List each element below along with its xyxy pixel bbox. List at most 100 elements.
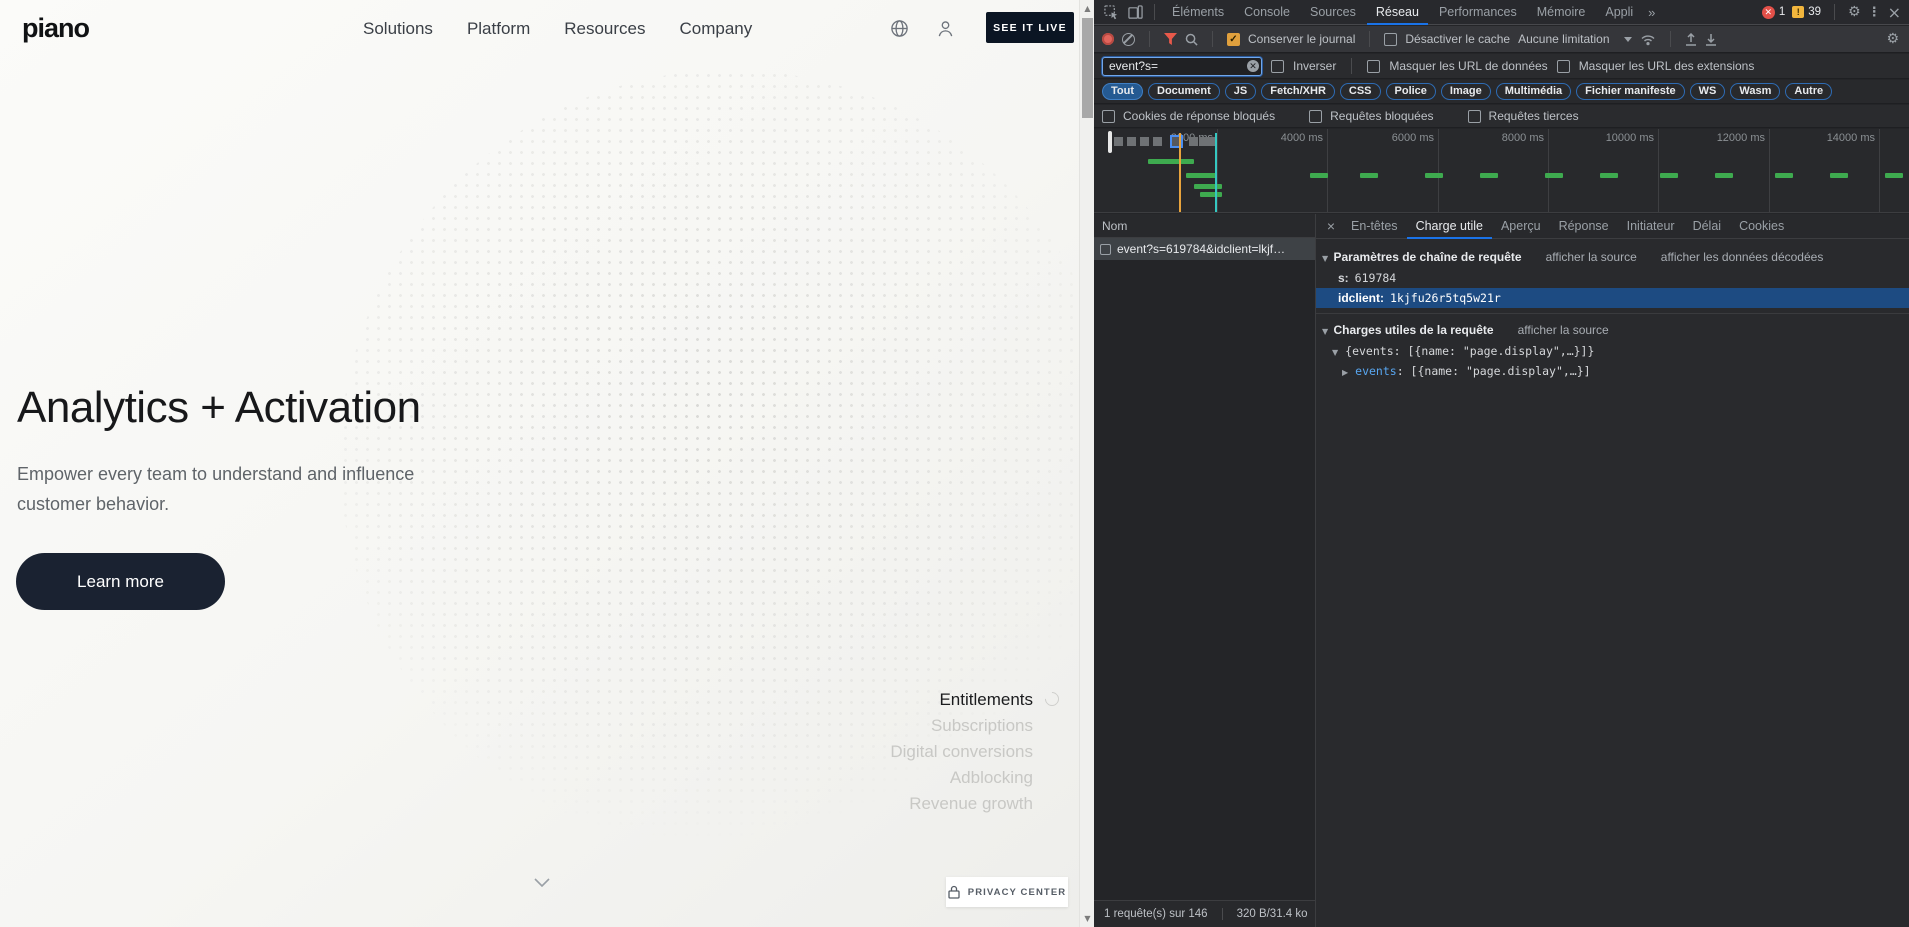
blocked-requests-label: Requêtes bloquées — [1330, 109, 1433, 123]
tab-console[interactable]: Console — [1235, 0, 1299, 25]
blocked-response-cookies-checkbox[interactable] — [1102, 110, 1115, 123]
piano-logo[interactable]: piano — [22, 13, 89, 44]
tab-initiator[interactable]: Initiateur — [1618, 214, 1684, 239]
tab-preview[interactable]: Aperçu — [1492, 214, 1550, 239]
chip-js[interactable]: JS — [1225, 83, 1256, 100]
blocked-requests-checkbox[interactable] — [1309, 110, 1322, 123]
clear-filter-icon[interactable]: ✕ — [1247, 60, 1259, 72]
payload-root-line[interactable]: ▼ {events: [{name: "page.display",…}]} — [1316, 341, 1909, 361]
request-table-header[interactable]: Nom — [1094, 214, 1316, 238]
close-devtools-icon[interactable]: × — [1888, 3, 1901, 22]
privacy-center-button[interactable]: PRIVACY CENTER — [946, 877, 1068, 907]
chip-document[interactable]: Document — [1148, 83, 1220, 100]
request-row[interactable]: event?s=619784&idclient=lkjf… — [1094, 238, 1315, 260]
timeline-grip[interactable] — [1108, 131, 1112, 153]
network-filter-input[interactable] — [1102, 57, 1262, 76]
throttling-dropdown[interactable]: Aucune limitation — [1518, 32, 1631, 46]
tab-network[interactable]: Réseau — [1367, 0, 1428, 25]
account-person-icon[interactable] — [936, 19, 955, 38]
collapse-triangle-icon[interactable]: ▼ — [1322, 327, 1328, 336]
scrollbar-thumb[interactable] — [1082, 18, 1093, 118]
payload-view-source-link[interactable]: afficher la source — [1518, 323, 1609, 337]
chip-wasm[interactable]: Wasm — [1730, 83, 1780, 100]
kebab-menu-icon[interactable]: ⋮ — [1868, 5, 1881, 20]
filter-funnel-icon[interactable] — [1164, 33, 1177, 45]
chip-css[interactable]: CSS — [1340, 83, 1381, 100]
clear-network-log-icon[interactable] — [1122, 33, 1135, 46]
see-it-live-button[interactable]: SEE IT LIVE — [986, 12, 1074, 43]
warning-badge[interactable]: ! 39 — [1792, 6, 1821, 18]
screen: piano Solutions Platform Resources Compa… — [0, 0, 1909, 927]
chip-ws[interactable]: WS — [1690, 83, 1726, 100]
tab-payload[interactable]: Charge utile — [1407, 214, 1492, 239]
nav-company[interactable]: Company — [680, 19, 753, 39]
feature-item-digital-conversions[interactable]: Digital conversions — [890, 739, 1033, 765]
tick-10000ms: 10000 ms — [1594, 132, 1654, 144]
payload-events-line[interactable]: ▶ events: [{name: "page.display",…}] — [1316, 361, 1909, 381]
view-source-link[interactable]: afficher la source — [1546, 250, 1637, 264]
network-conditions-icon[interactable] — [1640, 33, 1656, 46]
record-network-log-icon[interactable] — [1102, 33, 1114, 45]
request-list: event?s=619784&idclient=lkjf… — [1094, 238, 1316, 900]
tab-elements[interactable]: Éléments — [1163, 0, 1233, 25]
devtools-tabbar: Éléments Console Sources Réseau Performa… — [1094, 0, 1909, 25]
chip-fetch-xhr[interactable]: Fetch/XHR — [1261, 83, 1335, 100]
selected-filmstrip-frame[interactable] — [1170, 135, 1183, 148]
tab-application[interactable]: Appli — [1596, 0, 1642, 25]
chip-image[interactable]: Image — [1441, 83, 1491, 100]
nav-platform[interactable]: Platform — [467, 19, 530, 39]
import-har-icon[interactable] — [1685, 33, 1697, 46]
chip-font[interactable]: Police — [1386, 83, 1436, 100]
error-badge[interactable]: ✕ 1 — [1762, 6, 1785, 19]
network-overview-timeline[interactable]: 2000 ms 4000 ms 6000 ms 8000 ms 10000 ms… — [1094, 129, 1909, 213]
site-header: piano Solutions Platform Resources Compa… — [0, 0, 1079, 58]
view-decoded-link[interactable]: afficher les données décodées — [1661, 250, 1824, 264]
disable-cache-label: Désactiver le cache — [1405, 32, 1510, 46]
network-settings-gear-icon[interactable]: ⚙ — [1886, 31, 1909, 47]
feature-item-revenue-growth[interactable]: Revenue growth — [890, 791, 1033, 817]
invert-filter-checkbox[interactable] — [1271, 60, 1284, 73]
scrollbar-up-icon[interactable]: ▲ — [1080, 1, 1095, 16]
request-detail-panel: × En-têtes Charge utile Aperçu Réponse I… — [1316, 214, 1909, 927]
close-detail-icon[interactable]: × — [1320, 218, 1342, 234]
third-party-requests-checkbox[interactable] — [1468, 110, 1481, 123]
chip-other[interactable]: Autre — [1785, 83, 1832, 100]
tab-memory[interactable]: Mémoire — [1528, 0, 1595, 25]
feature-item-entitlements[interactable]: Entitlements — [890, 687, 1033, 713]
disable-cache-checkbox[interactable] — [1384, 33, 1397, 46]
tab-cookies[interactable]: Cookies — [1730, 214, 1793, 239]
chip-all[interactable]: Tout — [1102, 83, 1143, 100]
export-har-icon[interactable] — [1705, 33, 1717, 46]
collapse-triangle-icon[interactable]: ▼ — [1322, 254, 1328, 263]
request-row-checkbox[interactable] — [1100, 244, 1111, 255]
tab-timing[interactable]: Délai — [1684, 214, 1731, 239]
hide-data-urls-checkbox[interactable] — [1367, 60, 1380, 73]
feature-item-adblocking[interactable]: Adblocking — [890, 765, 1033, 791]
feature-item-subscriptions[interactable]: Subscriptions — [890, 713, 1033, 739]
tab-headers[interactable]: En-têtes — [1342, 214, 1407, 239]
more-tabs-icon[interactable]: » — [1644, 5, 1659, 20]
device-toolbar-icon[interactable] — [1124, 3, 1146, 21]
language-globe-icon[interactable] — [890, 19, 909, 38]
scroll-chevron-icon[interactable] — [534, 878, 550, 887]
tick-4000ms: 4000 ms — [1263, 132, 1323, 144]
search-icon[interactable] — [1185, 33, 1198, 46]
learn-more-button[interactable]: Learn more — [16, 553, 225, 610]
chip-media[interactable]: Multimédia — [1496, 83, 1571, 100]
param-row-idclient[interactable]: idclient: 1kjfu26r5tq5w21r — [1316, 288, 1909, 308]
tab-sources[interactable]: Sources — [1301, 0, 1365, 25]
settings-gear-icon[interactable]: ⚙ — [1848, 4, 1861, 20]
chip-manifest[interactable]: Fichier manifeste — [1576, 83, 1684, 100]
tab-response[interactable]: Réponse — [1550, 214, 1618, 239]
tab-performance[interactable]: Performances — [1430, 0, 1526, 25]
collapsed-triangle-icon[interactable]: ▶ — [1342, 368, 1348, 377]
scrollbar-down-icon[interactable]: ▼ — [1080, 911, 1095, 926]
param-row-s[interactable]: s: 619784 — [1316, 268, 1909, 288]
page-scrollbar[interactable]: ▲ ▼ — [1079, 0, 1094, 927]
hide-extension-urls-checkbox[interactable] — [1557, 60, 1570, 73]
nav-solutions[interactable]: Solutions — [363, 19, 433, 39]
expand-triangle-icon[interactable]: ▼ — [1332, 348, 1338, 357]
inspect-element-icon[interactable] — [1100, 3, 1122, 21]
preserve-log-checkbox[interactable]: ✓ — [1227, 33, 1240, 46]
nav-resources[interactable]: Resources — [564, 19, 645, 39]
